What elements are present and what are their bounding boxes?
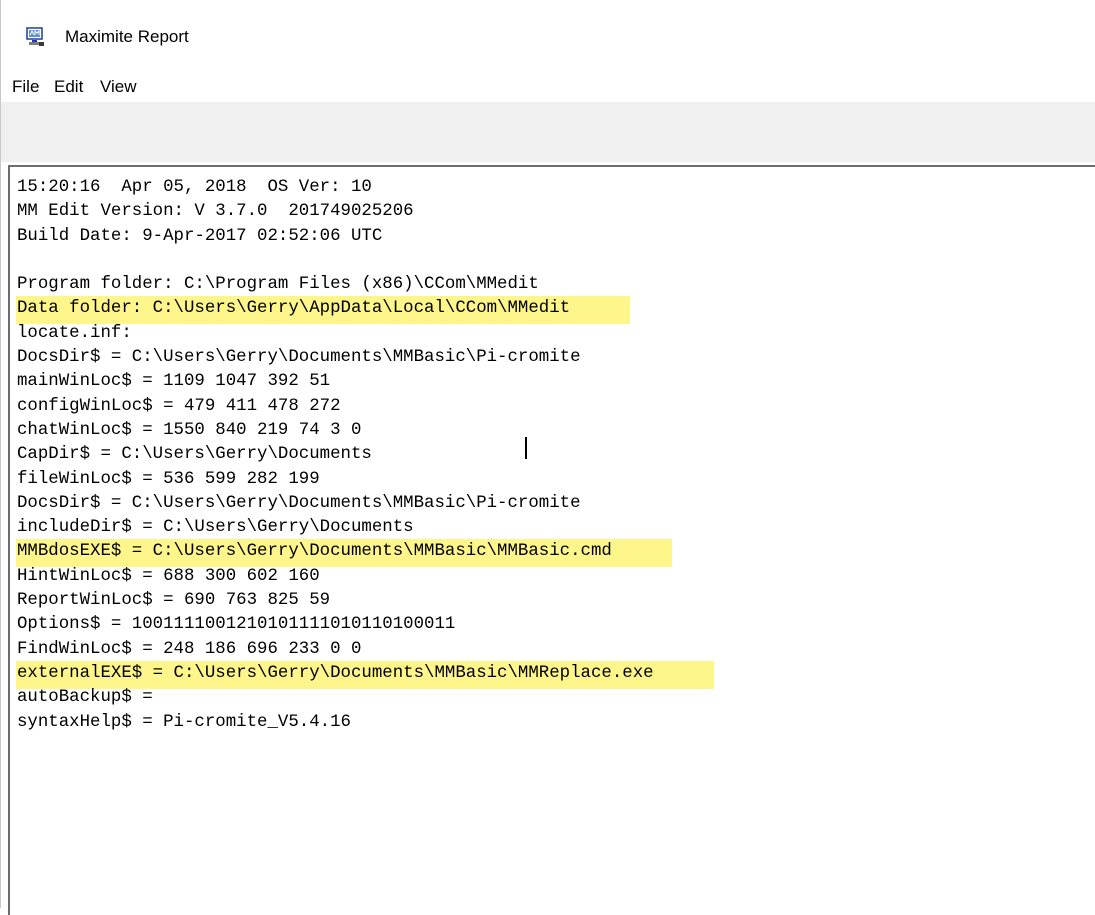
report-line <box>16 249 1095 273</box>
report-line-text: DocsDir$ = C:\Users\Gerry\Documents\MMBa… <box>17 348 581 368</box>
report-line-text: externalEXE$ = C:\Users\Gerry\Documents\… <box>16 660 714 689</box>
report-line: fileWinLoc$ = 536 599 282 199 <box>16 468 1095 492</box>
menu-edit[interactable]: Edit <box>53 77 84 97</box>
report-line-text: autoBackup$ = <box>17 688 153 708</box>
report-line-text: DocsDir$ = C:\Users\Gerry\Documents\MMBa… <box>17 493 581 513</box>
report-line: Options$ = 10011110012101011110101101000… <box>16 613 1095 637</box>
report-line: autoBackup$ = <box>16 686 1095 710</box>
report-line: 15:20:16 Apr 05, 2018 OS Ver: 10 <box>16 176 1095 200</box>
report-line-text: mainWinLoc$ = 1109 1047 392 51 <box>17 372 331 392</box>
report-line-text <box>16 249 21 273</box>
report-line-text: ReportWinLoc$ = 690 763 825 59 <box>17 591 331 611</box>
report-line: MM Edit Version: V 3.7.0 201749025206 <box>16 200 1095 224</box>
report-line-text: syntaxHelp$ = Pi-cromite_V5.4.16 <box>17 712 351 732</box>
report-line-text: fileWinLoc$ = 536 599 282 199 <box>17 469 320 489</box>
report-line: configWinLoc$ = 479 411 478 272 <box>16 395 1095 419</box>
report-line: chatWinLoc$ = 1550 840 219 74 3 0 <box>16 419 1095 443</box>
report-line: CapDir$ = C:\Users\Gerry\Documents <box>16 443 1095 467</box>
report-line-text: FindWinLoc$ = 248 186 696 233 0 0 <box>17 639 362 659</box>
report-line: syntaxHelp$ = Pi-cromite_V5.4.16 <box>16 711 1095 735</box>
menu-bar: File Edit View <box>1 70 1095 102</box>
highlighted-report-line: externalEXE$ = C:\Users\Gerry\Documents\… <box>16 660 1095 689</box>
report-line: includeDir$ = C:\Users\Gerry\Documents <box>16 516 1095 540</box>
report-line: FindWinLoc$ = 248 186 696 233 0 0 <box>16 638 1095 662</box>
report-line-text: CapDir$ = C:\Users\Gerry\Documents <box>17 445 372 465</box>
highlighted-report-line: MMBdosEXE$ = C:\Users\Gerry\Documents\MM… <box>16 539 1095 568</box>
report-line: Build Date: 9-Apr-2017 02:52:06 UTC <box>16 225 1095 249</box>
report-line: ReportWinLoc$ = 690 763 825 59 <box>16 589 1095 613</box>
report-window: Maximite Report File Edit View 15:20:16 … <box>0 0 1095 915</box>
highlighted-report-line: Data folder: C:\Users\Gerry\AppData\Loca… <box>16 296 1095 325</box>
report-line-text: includeDir$ = C:\Users\Gerry\Documents <box>17 518 414 538</box>
report-line: mainWinLoc$ = 1109 1047 392 51 <box>16 370 1095 394</box>
window-title: Maximite Report <box>65 27 189 46</box>
report-line: DocsDir$ = C:\Users\Gerry\Documents\MMBa… <box>16 492 1095 516</box>
report-line-text: chatWinLoc$ = 1550 840 219 74 3 0 <box>17 420 362 440</box>
report-text-area[interactable]: 15:20:16 Apr 05, 2018 OS Ver: 10 MM Edit … <box>8 165 1095 915</box>
report-line: DocsDir$ = C:\Users\Gerry\Documents\MMBa… <box>16 346 1095 370</box>
report-line-text: MMBdosEXE$ = C:\Users\Gerry\Documents\MM… <box>16 539 672 568</box>
report-line: Program folder: C:\Program Files (x86)\C… <box>16 273 1095 297</box>
report-line-text: Options$ = 10011110012101011110101101000… <box>17 615 456 635</box>
report-line-text: Build Date: 9-Apr-2017 02:52:06 UTC <box>17 226 383 246</box>
report-line: HintWinLoc$ = 688 300 602 160 <box>16 565 1095 589</box>
title-bar[interactable]: Maximite Report <box>1 0 1095 70</box>
text-caret <box>525 437 527 459</box>
report-line-text: 15:20:16 Apr 05, 2018 OS Ver: 10 <box>17 178 372 197</box>
menu-file[interactable]: File <box>11 77 40 97</box>
report-line-text: Data folder: C:\Users\Gerry\AppData\Loca… <box>16 296 631 325</box>
report-line-text: Program folder: C:\Program Files (x86)\C… <box>17 275 539 295</box>
report-line-text: MM Edit Version: V 3.7.0 201749025206 <box>17 202 414 222</box>
monitor-app-icon <box>26 27 46 47</box>
report-lines: 15:20:16 Apr 05, 2018 OS Ver: 10 MM Edit … <box>16 176 1095 735</box>
report-line-text: configWinLoc$ = 479 411 478 272 <box>17 396 341 416</box>
toolbar-area <box>1 102 1095 162</box>
menu-view[interactable]: View <box>99 77 138 97</box>
report-line-text: HintWinLoc$ = 688 300 602 160 <box>17 566 320 586</box>
report-line-text: locate.inf: <box>17 323 132 343</box>
report-line: locate.inf: <box>16 322 1095 346</box>
